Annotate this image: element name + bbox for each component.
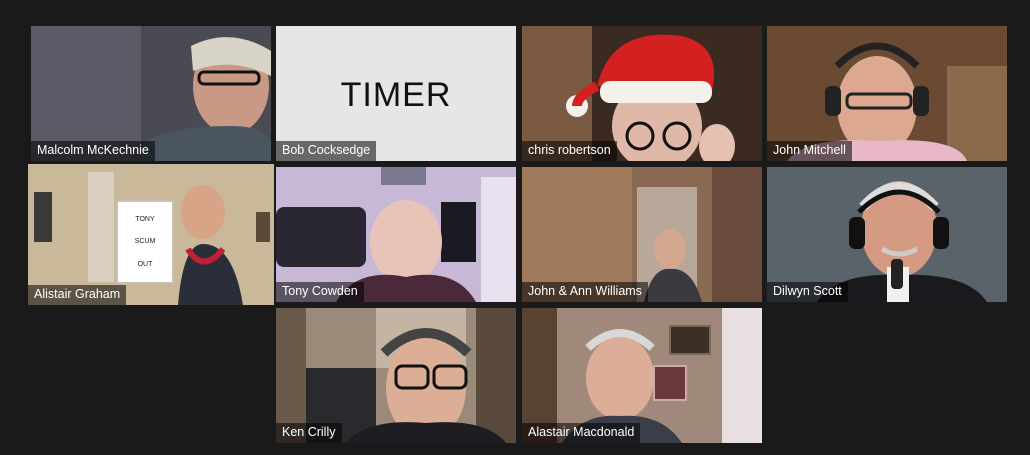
video-tile-dilwyn-scott[interactable]: Dilwyn Scott — [767, 167, 1007, 302]
sign-line-1: TONY — [135, 215, 155, 223]
video-tile-tony-cowden[interactable]: Tony Cowden — [276, 167, 516, 302]
participant-name: chris robertson — [522, 141, 617, 161]
video-tile-john-mitchell[interactable]: John Mitchell — [767, 26, 1007, 161]
video-tile-ken-crilly[interactable]: Ken Crilly — [276, 308, 516, 443]
participant-name: Ken Crilly — [276, 423, 342, 443]
participant-name: Alastair Macdonald — [522, 423, 641, 443]
video-tile-john-ann-williams[interactable]: John & Ann Williams — [522, 167, 762, 302]
participant-name: Tony Cowden — [276, 282, 364, 302]
participant-name: Bob Cocksedge — [276, 141, 377, 161]
video-tile-bob-cocksedge[interactable]: TIMER Bob Cocksedge — [276, 26, 516, 161]
participant-name: Alistair Graham — [28, 285, 127, 305]
sign-line-2: SCUM — [134, 238, 156, 246]
protest-sign: TONY SCUM OUT — [116, 200, 174, 284]
video-tile-alistair-graham[interactable]: TONY SCUM OUT Alistair Graham — [28, 164, 274, 305]
video-tile-malcolm-mckechnie[interactable]: Malcolm McKechnie — [31, 26, 271, 161]
participant-name: Malcolm McKechnie — [31, 141, 155, 161]
participant-name: John & Ann Williams — [522, 282, 648, 302]
participant-name: Dilwyn Scott — [767, 282, 848, 302]
timer-screen-text: TIMER — [340, 76, 452, 114]
participant-name: John Mitchell — [767, 141, 852, 161]
sign-line-3: OUT — [137, 261, 153, 269]
video-tile-chris-robertson[interactable]: chris robertson — [522, 26, 762, 161]
video-tile-alastair-macdonald[interactable]: Alastair Macdonald — [522, 308, 762, 443]
